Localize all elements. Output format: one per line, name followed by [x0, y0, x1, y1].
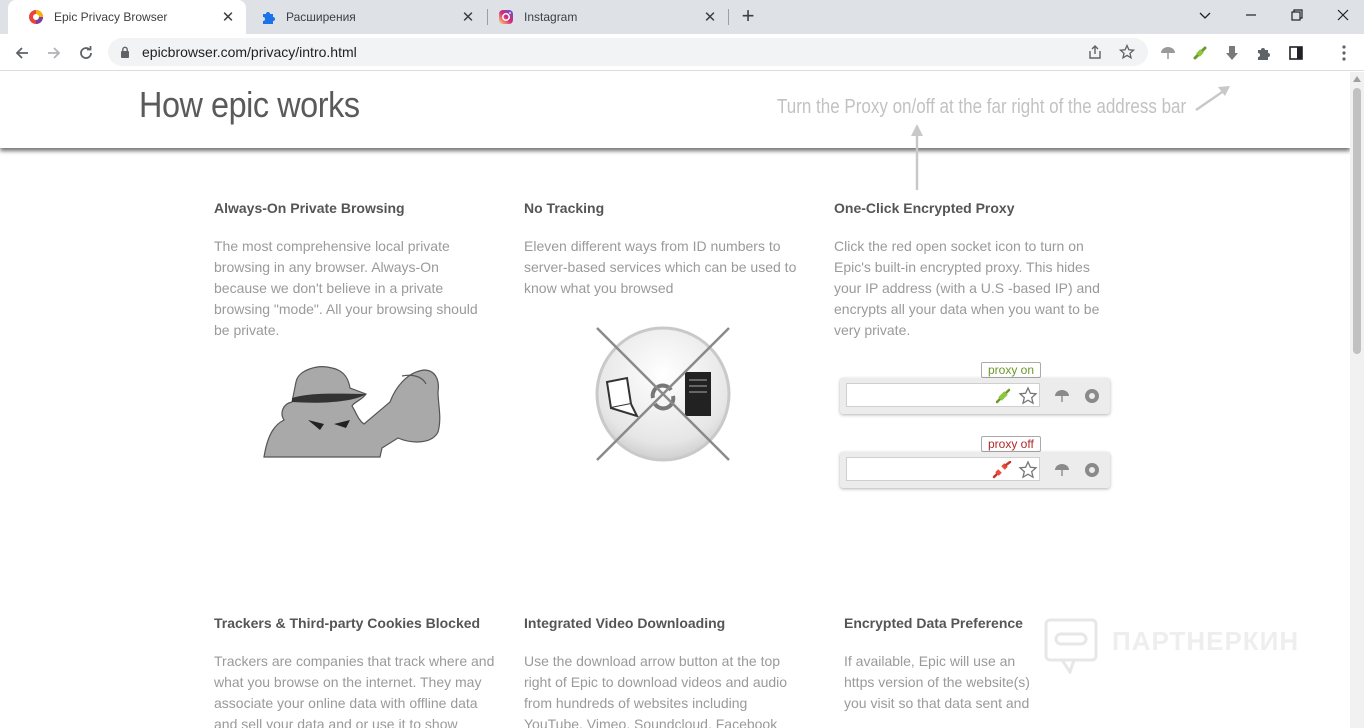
star-icon	[1018, 460, 1038, 479]
forward-button[interactable]	[40, 39, 68, 67]
chevron-down-icon	[1199, 12, 1211, 19]
kebab-menu-icon	[1342, 45, 1346, 61]
spy-illustration	[263, 366, 441, 458]
instagram-icon	[499, 10, 513, 24]
hero-banner: How epic works Turn the Proxy on/off at …	[0, 72, 1350, 190]
minimize-icon	[1246, 14, 1256, 16]
aperture-icon	[1085, 463, 1099, 477]
tab-title: Расширения	[286, 10, 356, 24]
close-window-button[interactable]	[1320, 0, 1364, 30]
hint-arrow-icon	[1195, 86, 1230, 112]
mini-toolbar	[840, 452, 1110, 488]
hint-up-arrow-icon	[911, 124, 923, 190]
tab-title: Epic Privacy Browser	[54, 10, 168, 24]
watermark: ПАРТНЕРКИН	[1042, 616, 1322, 676]
side-panel-button[interactable]	[1282, 39, 1310, 67]
feature-trackers-blocked: Trackers & Third-party Cookies Blocked T…	[214, 615, 496, 728]
feature-title: Trackers & Third-party Cookies Blocked	[214, 615, 481, 631]
feature-no-tracking: No Tracking Eleven different ways from I…	[524, 200, 804, 299]
extensions-button[interactable]	[1250, 39, 1278, 67]
download-arrow-icon	[1226, 46, 1238, 60]
restore-icon	[1291, 9, 1303, 21]
proxy-off-label: proxy off	[988, 437, 1034, 451]
tab-instagram[interactable]: Instagram ✕	[478, 0, 728, 34]
back-arrow-icon	[15, 47, 28, 59]
tab-search-button[interactable]	[1182, 0, 1228, 30]
back-button[interactable]	[8, 39, 36, 67]
proxy-on-tag: proxy on	[981, 362, 1042, 378]
close-icon[interactable]: ✕	[460, 9, 476, 26]
feature-text: Click the red open socket icon to turn o…	[834, 238, 1100, 338]
close-icon[interactable]: ✕	[702, 9, 718, 26]
feature-text: If available, Epic will use an https ver…	[844, 653, 1030, 711]
close-icon[interactable]: ✕	[220, 9, 236, 26]
scroll-up-icon[interactable]	[1353, 76, 1361, 82]
new-tab-button[interactable]: +	[736, 5, 760, 29]
lock-icon[interactable]	[120, 46, 130, 58]
proxy-plug-on-icon	[995, 388, 1011, 404]
proxy-off-tag: proxy off	[981, 436, 1041, 452]
no-tracking-illustration	[595, 326, 731, 462]
feature-text: Trackers are companies that track where …	[214, 653, 495, 728]
side-panel-icon	[1289, 46, 1303, 60]
feature-text: The most comprehensive local private bro…	[214, 238, 478, 338]
feature-title: No Tracking	[524, 200, 605, 216]
reload-button[interactable]	[72, 39, 100, 67]
mini-toolbar	[840, 378, 1110, 414]
feature-title: Integrated Video Downloading	[524, 615, 726, 631]
address-bar[interactable]: epicbrowser.com/privacy/intro.html	[108, 38, 1148, 66]
watermark-text: ПАРТНЕРКИН	[1112, 626, 1300, 656]
minimize-button[interactable]	[1228, 0, 1274, 30]
tab-epic[interactable]: Epic Privacy Browser ✕	[8, 0, 246, 34]
proxy-on-demo: proxy on	[840, 362, 1110, 414]
feature-encrypted-proxy: One-Click Encrypted Proxy Click the red …	[834, 200, 1114, 341]
menu-button[interactable]	[1330, 39, 1358, 67]
aperture-icon	[1085, 389, 1099, 403]
feature-text: Use the download arrow button at the top…	[524, 653, 788, 728]
puzzle-icon	[1258, 48, 1270, 60]
close-icon	[1337, 9, 1349, 21]
page-scrollbar[interactable]	[1350, 72, 1364, 728]
share-icon[interactable]	[1087, 44, 1103, 60]
proxy-plug-off-icon	[992, 461, 1012, 479]
scrollbar-thumb[interactable]	[1353, 88, 1361, 354]
tab-strip: Epic Privacy Browser ✕ Расширения ✕ Inst…	[0, 0, 1364, 34]
umbrella-icon	[1055, 464, 1069, 476]
tab-divider	[728, 9, 729, 25]
download-video-button[interactable]	[1218, 39, 1246, 67]
url-text[interactable]: epicbrowser.com/privacy/intro.html	[142, 44, 357, 60]
proxy-on-label: proxy on	[988, 363, 1035, 377]
restore-button[interactable]	[1274, 0, 1320, 30]
feature-video-downloading: Integrated Video Downloading Use the dow…	[524, 615, 800, 728]
star-icon	[1018, 386, 1038, 405]
feature-encrypted-data: Encrypted Data Preference If available, …	[844, 615, 1030, 714]
proxy-off-demo: proxy off	[840, 436, 1110, 488]
feature-always-on: Always-On Private Browsing The most comp…	[214, 200, 494, 341]
proxy-toggle-button[interactable]	[1186, 39, 1214, 67]
page-title: How epic works	[139, 84, 360, 125]
forward-arrow-icon	[48, 47, 61, 59]
proxy-hint-text: Turn the Proxy on/off at the far right o…	[777, 96, 1187, 118]
watermark-logo-icon	[1044, 618, 1098, 674]
tab-extensions[interactable]: Расширения ✕	[240, 0, 486, 34]
bookmark-star-icon[interactable]	[1119, 44, 1135, 60]
epic-logo-icon	[29, 10, 43, 24]
feature-title: Encrypted Data Preference	[844, 615, 1023, 631]
proxy-plug-on-icon	[1193, 46, 1207, 60]
umbrella-icon	[1161, 47, 1175, 59]
reload-icon	[80, 46, 92, 59]
feature-title: Always-On Private Browsing	[214, 200, 405, 216]
umbrella-extension-button[interactable]	[1154, 39, 1182, 67]
feature-text: Eleven different ways from ID numbers to…	[524, 238, 797, 296]
puzzle-icon	[263, 12, 275, 24]
feature-title: One-Click Encrypted Proxy	[834, 200, 1015, 216]
tab-title: Instagram	[524, 10, 578, 24]
umbrella-icon	[1055, 390, 1069, 402]
